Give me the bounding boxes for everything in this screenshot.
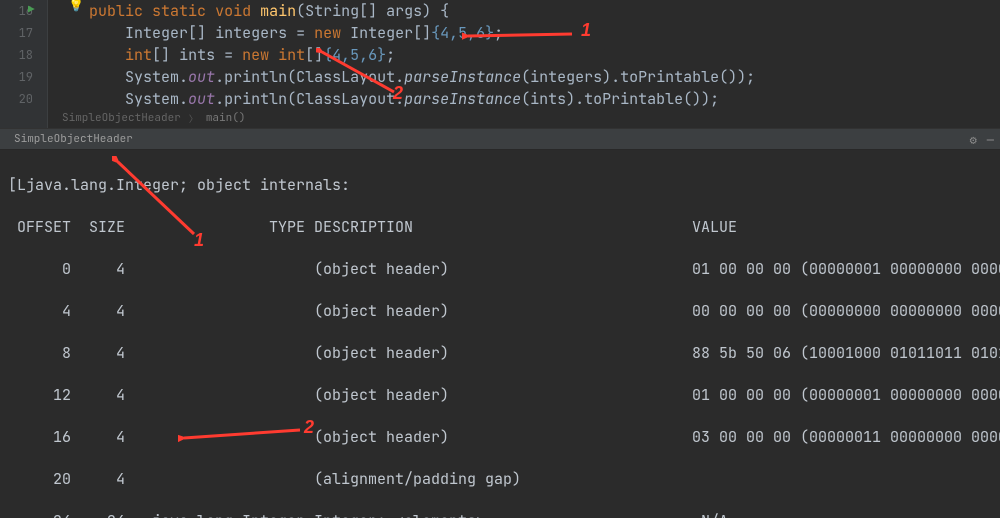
breadcrumb-method[interactable]: main(): [206, 111, 246, 125]
code-line-18[interactable]: int[] ints = new int[]{4,5,6};: [62, 44, 1000, 66]
console-line: 20 4 (alignment/padding gap): [8, 469, 992, 490]
console-line: 24 24 java.lang.Integer Integer;.<elemen…: [8, 511, 992, 518]
console-header: OFFSET SIZE TYPE DESCRIPTION VALUE: [8, 217, 992, 238]
gear-icon[interactable]: ⚙: [970, 132, 977, 148]
chevron-right-icon: 〉: [189, 112, 198, 125]
console-line: 4 4 (object header) 00 00 00 00 (0000000…: [8, 301, 992, 322]
console-tab[interactable]: SimpleObjectHeader: [6, 128, 141, 150]
line-number: 17: [0, 22, 33, 44]
line-number: 19: [0, 66, 33, 88]
console-tab-bar[interactable]: SimpleObjectHeader ⚙ —: [0, 128, 1000, 150]
console-output[interactable]: [Ljava.lang.Integer; object internals: O…: [0, 150, 1000, 518]
minus-icon[interactable]: —: [987, 132, 994, 148]
code-line-20[interactable]: System.out.println(ClassLayout.parseInst…: [62, 88, 1000, 110]
console-line: 12 4 (object header) 01 00 00 00 (000000…: [8, 385, 992, 406]
code-body[interactable]: public static void main(String[] args) {…: [48, 0, 1000, 110]
breadcrumb-class[interactable]: SimpleObjectHeader: [62, 111, 181, 125]
console-line: [Ljava.lang.Integer; object internals:: [8, 175, 992, 196]
code-line-19[interactable]: System.out.println(ClassLayout.parseInst…: [62, 66, 1000, 88]
run-gutter-icon[interactable]: ▶: [28, 3, 35, 17]
console-line: 8 4 (object header) 88 5b 50 06 (1000100…: [8, 343, 992, 364]
console-line: 16 4 (object header) 03 00 00 00 (000000…: [8, 427, 992, 448]
code-line-16[interactable]: public static void main(String[] args) {: [62, 0, 1000, 22]
gutter: ▶ 16 17 18 19 20: [0, 0, 48, 128]
line-number: 20: [0, 88, 33, 110]
breadcrumb[interactable]: SimpleObjectHeader 〉 main(): [48, 108, 245, 128]
line-number: 18: [0, 44, 33, 66]
code-editor[interactable]: ▶ 16 17 18 19 20 💡 public static void ma…: [0, 0, 1000, 128]
code-line-17[interactable]: Integer[] integers = new Integer[]{4,5,6…: [62, 22, 1000, 44]
console-line: 0 4 (object header) 01 00 00 00 (0000000…: [8, 259, 992, 280]
